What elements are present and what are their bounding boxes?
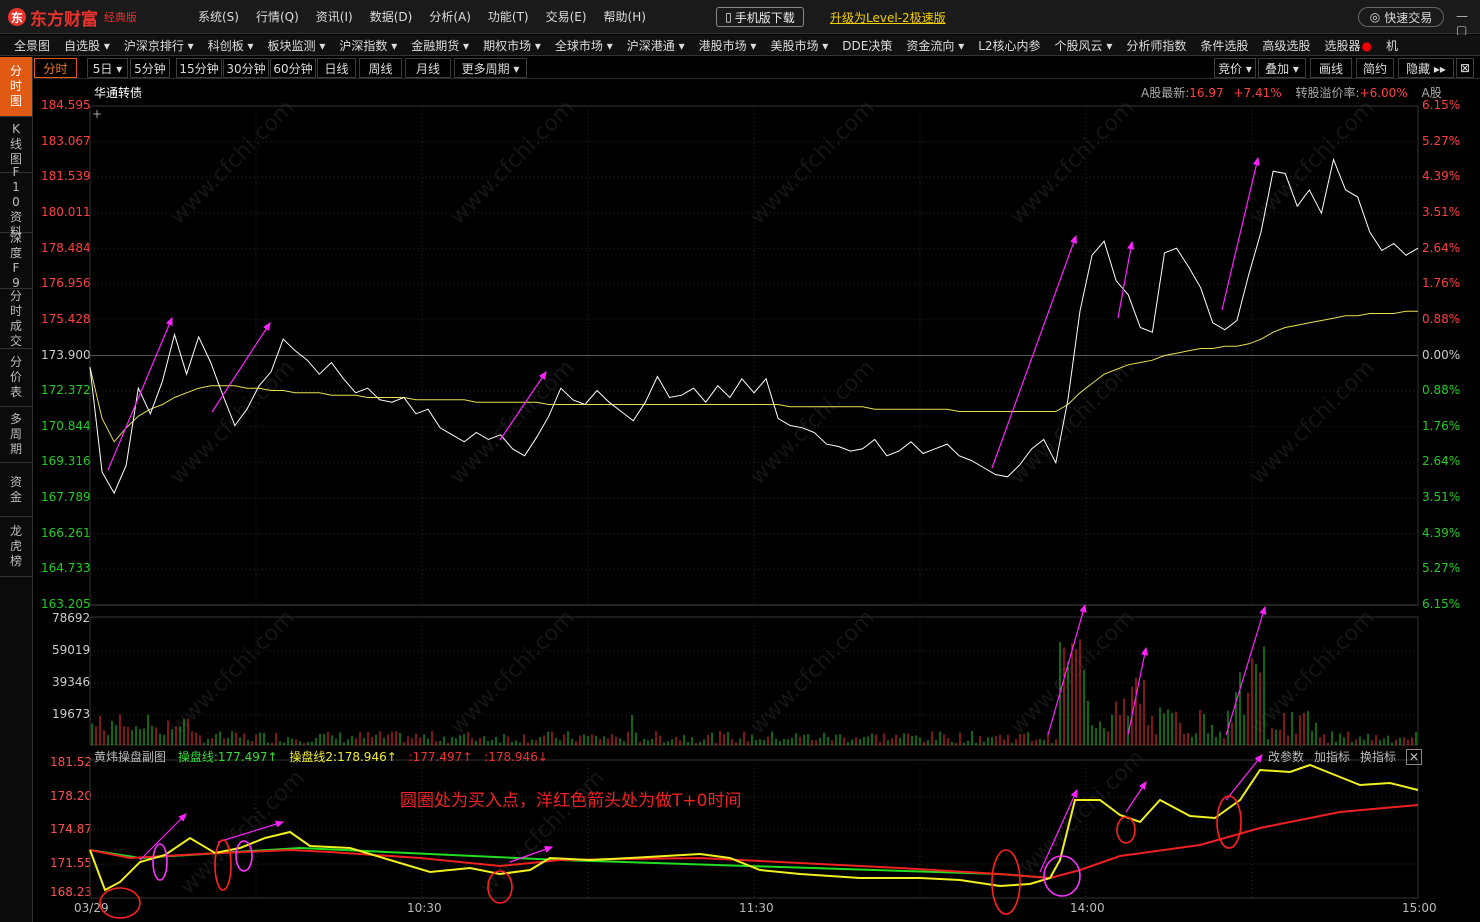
indicator-line1: 操盘线:177.497↑ bbox=[177, 750, 278, 764]
indicator-name[interactable]: 黄炜操盘副图 bbox=[94, 750, 166, 764]
trade-arrow bbox=[1221, 156, 1260, 311]
trade-arrow bbox=[1117, 240, 1135, 319]
chart-canvas[interactable]: + bbox=[0, 0, 1480, 922]
indicator-tools: 改参数 加指标 换指标 ✕ bbox=[1268, 748, 1423, 765]
trade-arrow bbox=[1125, 781, 1147, 813]
indicator-header: 黄炜操盘副图 操盘线:177.497↑ 操盘线2:178.946↑ :177.4… bbox=[94, 748, 548, 765]
indicator-yellow-line bbox=[89, 763, 1419, 892]
trade-arrow bbox=[991, 234, 1077, 469]
indicator-value1: :177.497↑ bbox=[408, 750, 473, 764]
indicator-tool-3[interactable]: ✕ bbox=[1406, 749, 1423, 765]
annotation-text: 圆圈处为买入点，洋红色箭头处为做T+0时间 bbox=[400, 791, 742, 811]
indicator-tool-0[interactable]: 改参数 bbox=[1268, 750, 1304, 764]
buy-point-circle bbox=[214, 839, 232, 891]
trade-arrow bbox=[211, 321, 271, 413]
crosshair-icon: + bbox=[92, 107, 102, 121]
trade-arrow bbox=[107, 316, 173, 471]
trade-arrow bbox=[1127, 646, 1149, 736]
buy-point-circle bbox=[152, 843, 168, 881]
buy-point-circle bbox=[1043, 855, 1081, 897]
indicator-value2: :178.946↓ bbox=[484, 750, 548, 764]
indicator-tool-2[interactable]: 换指标 bbox=[1360, 750, 1396, 764]
buy-point-circle bbox=[99, 887, 141, 919]
buy-point-circle bbox=[1216, 795, 1242, 849]
indicator-tool-1[interactable]: 加指标 bbox=[1314, 750, 1350, 764]
buy-point-circle bbox=[991, 849, 1021, 915]
trade-arrow bbox=[139, 813, 187, 861]
trade-arrow bbox=[1225, 605, 1267, 736]
indicator-line2: 操盘线2:178.946↑ bbox=[289, 750, 397, 764]
trade-arrow bbox=[217, 820, 285, 843]
trade-arrow bbox=[499, 371, 547, 441]
